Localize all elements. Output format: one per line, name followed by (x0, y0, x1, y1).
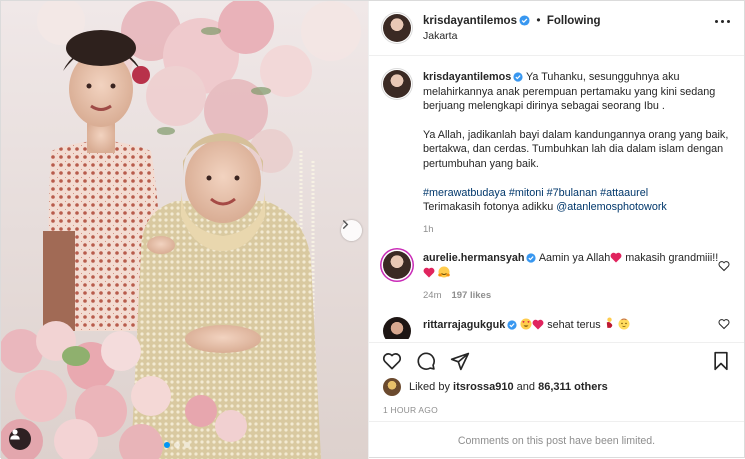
caption-thanks: Terimakasih fotonya adikku @atanlemospho… (423, 200, 730, 215)
author-avatar[interactable] (383, 14, 411, 42)
author-info: krisdayantilemos • Following Jakarta (423, 13, 601, 44)
likes-count-link[interactable]: 86,311 others (538, 381, 608, 393)
commenter-avatar-story[interactable] (383, 251, 411, 280)
hashtag-link[interactable]: #merawatbudaya (423, 187, 506, 199)
comment-body: rittarrajagukguk sehat terus (423, 317, 730, 333)
comment-row: rittarrajagukguk sehat terus (383, 317, 730, 339)
post-side-panel: krisdayantilemos • Following Jakarta kri… (368, 1, 744, 459)
verified-badge-icon (513, 72, 523, 82)
carousel-dot (184, 442, 190, 448)
more-options-icon[interactable] (715, 20, 730, 23)
carousel-indicator (164, 442, 190, 448)
send-icon (450, 352, 470, 370)
hashtag-link[interactable]: #mitoni (509, 187, 544, 199)
carousel-next-button[interactable] (341, 220, 362, 241)
post-actions (369, 342, 744, 378)
pregnant-woman-emoji-icon (606, 317, 612, 328)
heart-outline-icon[interactable] (718, 318, 730, 330)
caption-body: krisdayantilemos Ya Tuhanku, sesungguhny… (423, 70, 730, 237)
comments-limited-notice: Comments on this post have been limited. (369, 421, 744, 459)
comment-likes[interactable]: 197 likes (451, 290, 491, 301)
carousel-dot-active (164, 442, 170, 448)
caption-username[interactable]: krisdayantilemos (423, 71, 511, 83)
caption-hashtags: #merawatbudaya #mitoni #7bulanan #attaau… (423, 186, 730, 201)
comment-button[interactable] (415, 350, 437, 372)
post-media[interactable] (1, 1, 368, 459)
following-button[interactable]: Following (547, 15, 601, 27)
caption-avatar[interactable] (383, 70, 411, 98)
comment-username[interactable]: rittarrajagukguk (423, 319, 505, 331)
post-timestamp[interactable]: 1 HOUR AGO (383, 405, 438, 415)
share-button[interactable] (449, 350, 471, 372)
caption-time[interactable]: 1h (423, 223, 730, 238)
comment-text: Aamin ya Allah (538, 252, 611, 265)
caption-text-2: Ya Allah, jadikanlah bayi dalam kandunga… (423, 128, 729, 170)
comment-time[interactable]: 24m (423, 290, 441, 301)
comment-icon (417, 351, 435, 370)
author-username[interactable]: krisdayantilemos (423, 15, 517, 27)
red-heart-emoji-icon (610, 253, 622, 263)
comment-body: aurelie.hermansyah Aamin ya Allah makasi… (423, 251, 730, 303)
comments-list: krisdayantilemos Ya Tuhanku, sesungguhny… (369, 56, 744, 339)
carousel-dot (174, 442, 180, 448)
hashtag-link[interactable]: #attaaurel (600, 187, 648, 199)
header-separator: • (536, 12, 541, 27)
liker-username[interactable]: itsrossa910 (453, 381, 514, 393)
likes-middle: and (516, 381, 536, 393)
post-location[interactable]: Jakarta (423, 29, 601, 44)
mention-link[interactable]: @atanlemosphotowork (556, 201, 667, 213)
heart-icon (382, 352, 402, 369)
verified-badge-icon (507, 320, 517, 330)
verified-badge-icon (526, 253, 537, 263)
hashtag-link[interactable]: #7bulanan (547, 187, 597, 199)
red-heart-emoji-icon (423, 267, 435, 278)
like-button[interactable] (381, 350, 403, 372)
comment-meta: 24m 197 likes (423, 289, 730, 304)
comment-username[interactable]: aurelie.hermansyah (423, 252, 524, 264)
heart-outline-icon[interactable] (718, 260, 730, 272)
hugging-face-emoji-icon (438, 266, 450, 278)
liker-avatar[interactable] (383, 378, 401, 396)
save-button[interactable] (710, 350, 732, 372)
commenter-avatar[interactable] (383, 317, 411, 339)
tagged-users-button[interactable] (9, 428, 31, 450)
red-heart-emoji-icon (532, 319, 544, 330)
bookmark-icon (714, 351, 728, 370)
comment-row: aurelie.hermansyah Aamin ya Allah makasi… (383, 251, 730, 303)
verified-badge-icon (519, 14, 530, 26)
user-icon (10, 429, 20, 440)
comment-text-cont: makasih grandmiii!! (622, 252, 719, 265)
post-container: krisdayantilemos • Following Jakarta kri… (0, 0, 745, 459)
caption-row: krisdayantilemos Ya Tuhanku, sesungguhny… (383, 70, 730, 237)
heart-eyes-emoji-icon (520, 318, 532, 330)
likes-prefix: Liked by (409, 381, 450, 393)
post-photo (1, 1, 368, 459)
post-header: krisdayantilemos • Following Jakarta (369, 1, 744, 56)
chevron-right-icon (342, 220, 349, 229)
caption-thanks-text: Terimakasih fotonya adikku (423, 201, 557, 214)
comment-text: sehat terus (544, 319, 604, 332)
baby-emoji-icon (618, 318, 630, 330)
likes-summary: Liked by itsrossa910 and 86,311 others (383, 378, 730, 396)
